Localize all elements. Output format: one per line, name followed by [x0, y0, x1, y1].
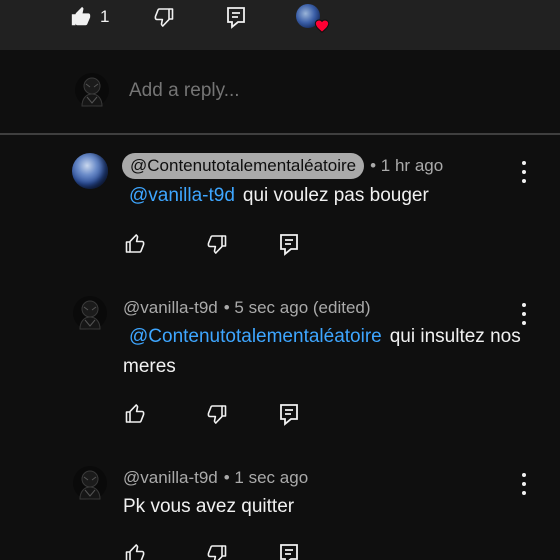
- comment-time[interactable]: • 1 sec ago: [224, 468, 308, 488]
- thumb-up-icon: [125, 404, 145, 423]
- thumb-down-icon: [207, 235, 227, 254]
- dark-figure-avatar-icon: [75, 73, 109, 107]
- reply-icon: [227, 7, 245, 29]
- comment-actions: [123, 542, 323, 560]
- reply-icon: [280, 544, 298, 560]
- dislike-button[interactable]: [152, 4, 176, 30]
- comment-time[interactable]: • 5 sec ago (edited): [224, 298, 371, 318]
- reply-input[interactable]: [129, 80, 509, 102]
- reply-button[interactable]: [278, 232, 302, 256]
- like-button[interactable]: [123, 542, 147, 560]
- dislike-button[interactable]: [205, 402, 229, 426]
- dark-figure-avatar-icon: [73, 466, 107, 500]
- kebab-dot: [522, 303, 526, 307]
- kebab-dot: [522, 312, 526, 316]
- author-avatar[interactable]: [72, 295, 108, 333]
- dislike-button[interactable]: [205, 232, 229, 256]
- comment-text: qui voulez pas bouger: [242, 185, 429, 206]
- comment-body: @Contenutotalementaléatoire qui insultez …: [123, 322, 523, 382]
- current-user-avatar: [74, 72, 110, 110]
- comment-meta: @vanilla-t9d • 5 sec ago (edited): [123, 298, 371, 318]
- reply-button[interactable]: [278, 542, 302, 560]
- mention-link[interactable]: @Contenutotalementaléatoire: [129, 326, 382, 347]
- comment-body: Pk vous avez quitter: [123, 492, 523, 522]
- reply-button[interactable]: [225, 4, 247, 30]
- kebab-dot: [522, 482, 526, 486]
- like-button[interactable]: [123, 402, 147, 426]
- thumb-down-icon: [207, 405, 227, 424]
- author-handle-highlighted[interactable]: @Contenutotalementaléatoire: [122, 153, 365, 179]
- comment-thread-page: 1 Add a reply... @Contenutotalementaléat…: [0, 0, 560, 560]
- like-count: 1: [100, 7, 110, 26]
- thread-divider: [0, 133, 560, 135]
- reply-icon: [280, 404, 298, 426]
- reply-button[interactable]: [278, 402, 302, 426]
- comment-time[interactable]: • 1 hr ago: [370, 156, 443, 176]
- author-avatar[interactable]: [72, 153, 108, 189]
- comment-meta: @vanilla-t9d • 1 sec ago: [123, 468, 308, 488]
- author-handle[interactable]: @vanilla-t9d: [123, 468, 218, 488]
- thumb-up-icon: [125, 544, 145, 560]
- thumb-up-filled-icon: [71, 6, 91, 26]
- dislike-button[interactable]: [205, 542, 229, 560]
- creator-avatar: [296, 4, 330, 33]
- author-avatar[interactable]: [72, 465, 108, 503]
- globe-avatar-image: [72, 153, 108, 189]
- like-button[interactable]: [123, 232, 147, 256]
- comment-meta: @Contenutotalementaléatoire • 1 hr ago: [122, 153, 443, 179]
- like-button[interactable]: 1: [70, 4, 109, 30]
- reply-icon: [280, 234, 298, 256]
- parent-comment-action-bar: 1: [0, 0, 560, 50]
- dark-figure-avatar-icon: [73, 296, 107, 330]
- thumb-down-icon: [207, 545, 227, 560]
- comment-actions: [123, 402, 323, 426]
- kebab-dot: [522, 161, 526, 165]
- comment-text: Pk vous avez quitter: [123, 496, 295, 517]
- creator-heart-badge[interactable]: [296, 4, 330, 33]
- comment-body: @vanilla-t9d qui voulez pas bouger: [123, 181, 523, 211]
- author-handle[interactable]: @vanilla-t9d: [123, 298, 218, 318]
- mention-link[interactable]: @vanilla-t9d: [129, 185, 235, 206]
- comment-actions: [123, 232, 323, 256]
- kebab-dot: [522, 170, 526, 174]
- thumb-up-icon: [125, 234, 145, 253]
- kebab-dot: [522, 473, 526, 477]
- thumb-down-icon: [154, 8, 174, 27]
- reply-composer: [0, 50, 560, 133]
- creator-heart-icon: [314, 19, 330, 33]
- comment-menu-button[interactable]: [516, 161, 532, 183]
